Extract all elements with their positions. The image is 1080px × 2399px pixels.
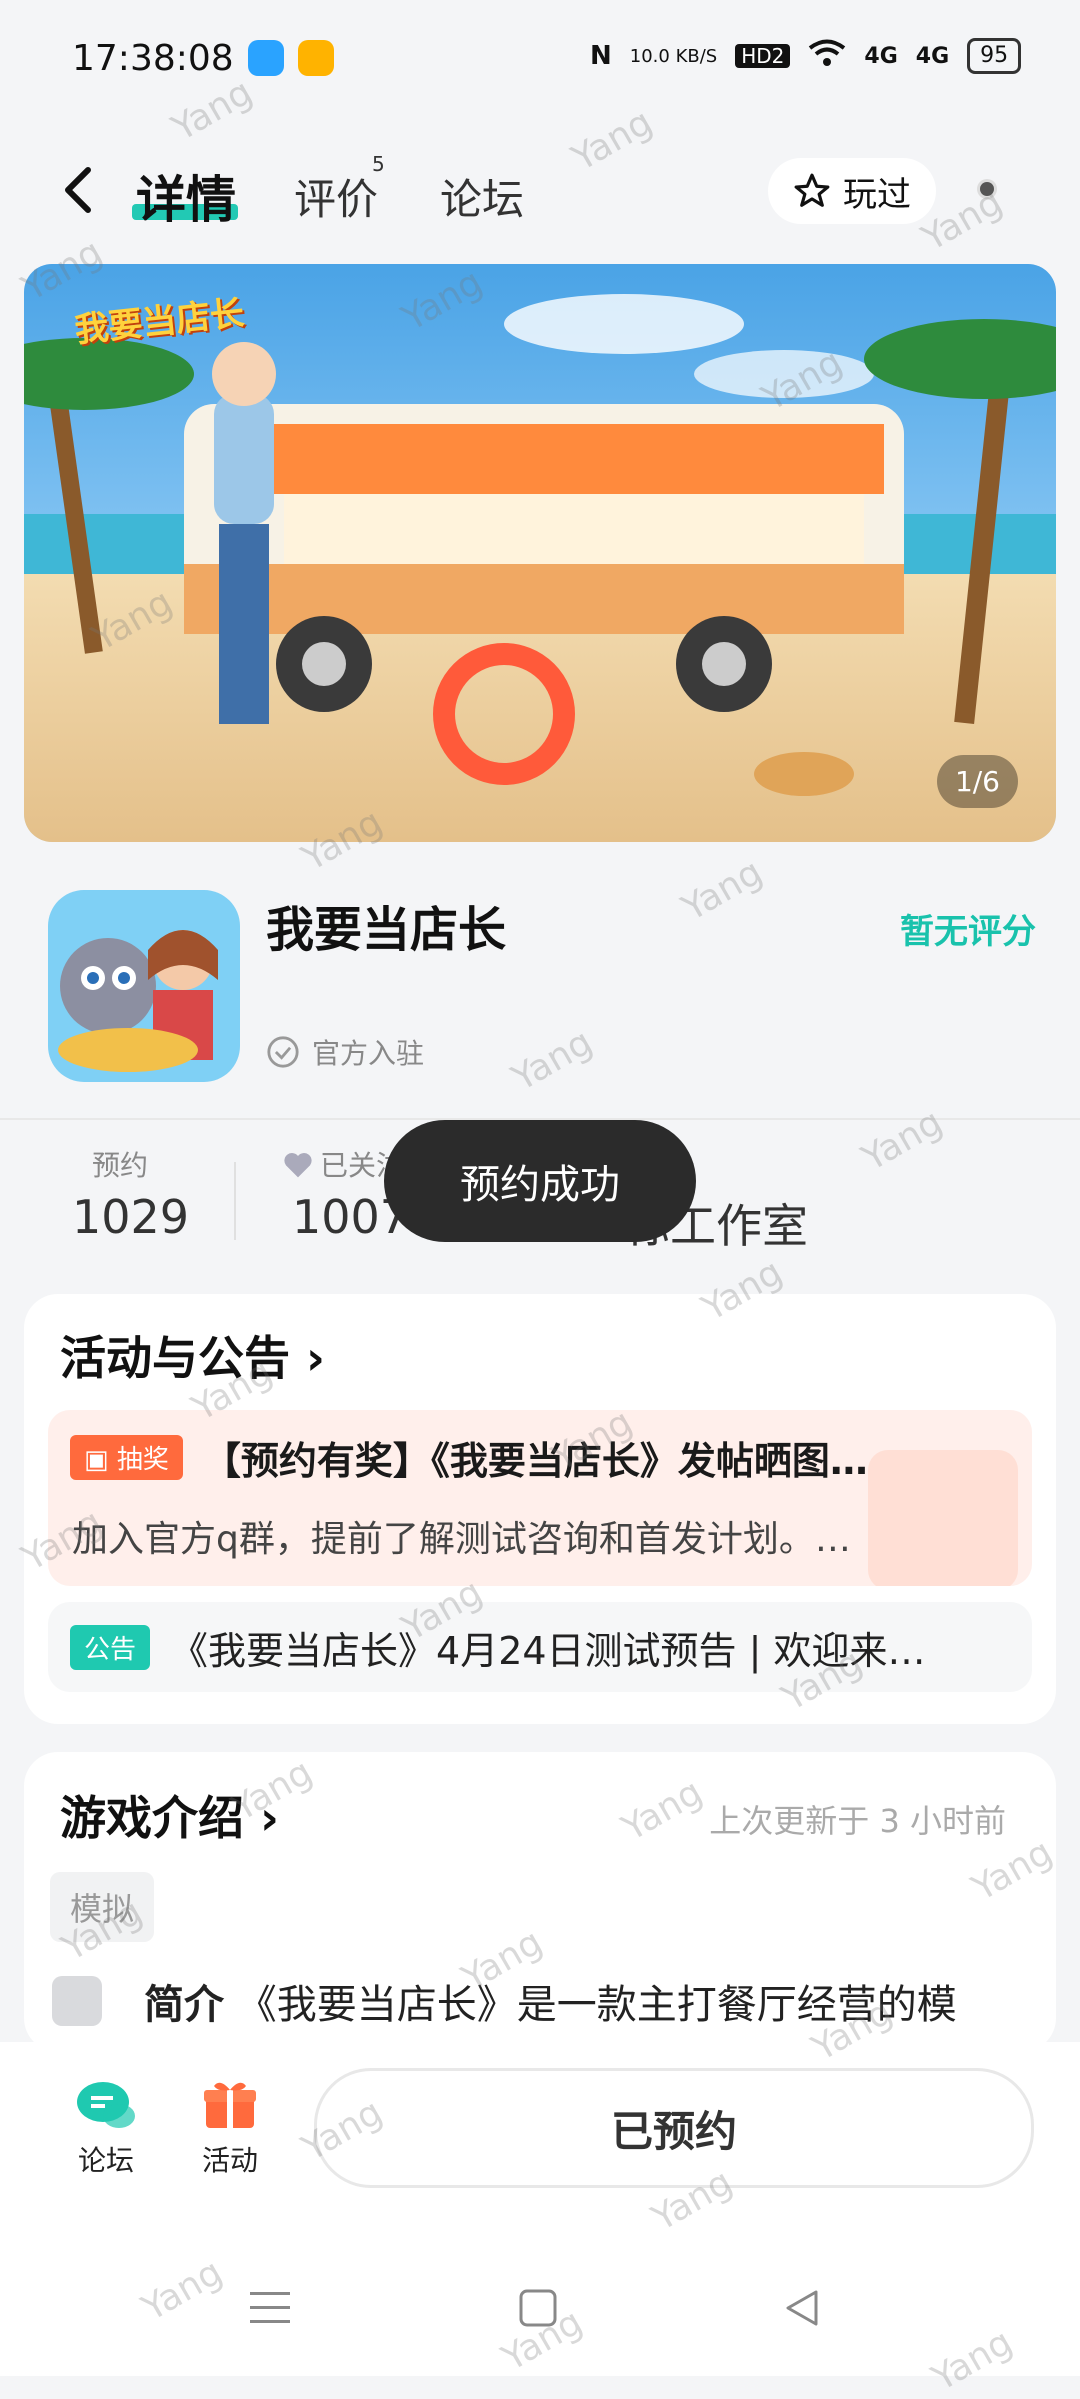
activities-title: 活动与公告 xyxy=(60,1331,290,1385)
watermark: Yang xyxy=(505,1021,600,1100)
hd-icon: HD2 xyxy=(735,44,791,68)
intro-line: 简介 《我要当店长》是一款主打餐厅经营的模 xyxy=(144,1972,1014,2030)
intro-title-link[interactable]: 游戏介绍 › xyxy=(60,1782,279,1848)
played-button[interactable]: 玩过 xyxy=(768,158,936,224)
activity-nav-button[interactable]: 活动 xyxy=(190,2076,270,2179)
gift-icon: ▣ xyxy=(84,1445,109,1475)
app-icon xyxy=(48,890,240,1082)
heart-check-icon xyxy=(284,1153,312,1178)
nfc-icon: N xyxy=(590,41,612,71)
toast-message: 预约成功 xyxy=(384,1120,696,1242)
reserved-button[interactable]: 已预约 xyxy=(314,2068,1034,2188)
chevron-right-icon: › xyxy=(260,1791,279,1845)
official-label: 官方入驻 xyxy=(312,1037,425,1070)
weibo-icon xyxy=(298,40,334,76)
promo-item[interactable]: ▣ 抽奖 【预约有奖】《我要当店长》发帖晒图… 加入官方q群，提前了解测试咨询和… xyxy=(48,1410,1032,1586)
intro-text: 《我要当店长》是一款主打餐厅经营的模 xyxy=(236,1982,957,2028)
tab-details[interactable]: 详情 xyxy=(136,160,236,232)
signal-icon-1: 4G xyxy=(864,43,898,69)
more-options-icon[interactable] xyxy=(980,182,994,196)
signal-icon-2: 4G xyxy=(915,43,950,69)
back-triangle-icon xyxy=(786,2290,818,2326)
intro-title: 游戏介绍 xyxy=(60,1791,244,1845)
promo-description: 加入官方q群，提前了解测试咨询和首发计划。… xyxy=(72,1519,851,1560)
watermark: Yang xyxy=(675,851,770,930)
status-time: 17:38:08 xyxy=(72,38,234,79)
gift-icon xyxy=(204,2082,256,2128)
check-circle-icon xyxy=(267,1036,299,1068)
status-icons: N 10.0 KB/S HD2 4G 4G 95 xyxy=(590,38,1022,74)
star-icon xyxy=(794,173,830,207)
tab-reviews[interactable]: 评价 xyxy=(294,166,378,227)
menu-icon xyxy=(250,2292,290,2323)
banner-carousel[interactable]: 我要当店长 1/6 xyxy=(24,264,1056,842)
battery-icon: 95 xyxy=(967,38,1022,74)
last-updated: 上次更新于 3 小时前 xyxy=(709,1802,1006,1840)
watermark: Yang xyxy=(165,71,260,150)
intro-label: 简介 xyxy=(144,1982,224,2028)
wifi-icon xyxy=(808,39,846,74)
activities-title-link[interactable]: 活动与公告 › xyxy=(60,1322,325,1388)
tab-forum[interactable]: 论坛 xyxy=(440,166,524,227)
chat-bubble-icon xyxy=(77,2082,135,2128)
stat-separator xyxy=(234,1162,236,1240)
nav-home-button[interactable] xyxy=(518,2288,558,2332)
reserve-label: 预约 xyxy=(92,1149,149,1182)
banner-image xyxy=(24,264,1056,842)
document-icon xyxy=(52,1976,102,2026)
banner-page-counter: 1/6 xyxy=(936,755,1018,808)
official-verified: 官方入驻 xyxy=(266,1032,424,1072)
played-label: 玩过 xyxy=(843,174,911,215)
status-app-icons xyxy=(248,40,334,76)
activity-nav-label: 活动 xyxy=(201,2144,258,2177)
notice-tag: 公告 xyxy=(70,1625,151,1670)
forum-nav-label: 论坛 xyxy=(77,2144,134,2177)
watermark: Yang xyxy=(565,101,660,180)
home-square-icon xyxy=(519,2289,557,2327)
net-speed: 10.0 KB/S xyxy=(629,45,718,67)
nav-menu-button[interactable] xyxy=(250,2290,290,2330)
app-name: 我要当店长 xyxy=(266,902,507,958)
notice-item[interactable]: 公告 《我要当店长》4月24日测试预告 | 欢迎来… xyxy=(48,1602,1032,1692)
nav-back-button[interactable] xyxy=(782,2288,822,2332)
promo-title: 【预约有奖】《我要当店长》发帖晒图… xyxy=(202,1439,868,1483)
review-count-badge: 5 xyxy=(372,152,385,176)
forum-nav-button[interactable]: 论坛 xyxy=(66,2078,146,2179)
back-button[interactable] xyxy=(58,160,98,220)
rating-label: 暂无评分 xyxy=(900,912,1036,952)
qq-icon xyxy=(248,40,284,76)
notice-text: 《我要当店长》4月24日测试预告 | 欢迎来… xyxy=(170,1629,926,1673)
genre-tag[interactable]: 模拟 xyxy=(50,1872,155,1942)
chevron-right-icon: › xyxy=(306,1331,325,1385)
lottery-tag: ▣ 抽奖 xyxy=(70,1435,183,1480)
watermark: Yang xyxy=(855,1101,950,1180)
reserve-count: 1029 xyxy=(72,1190,190,1244)
